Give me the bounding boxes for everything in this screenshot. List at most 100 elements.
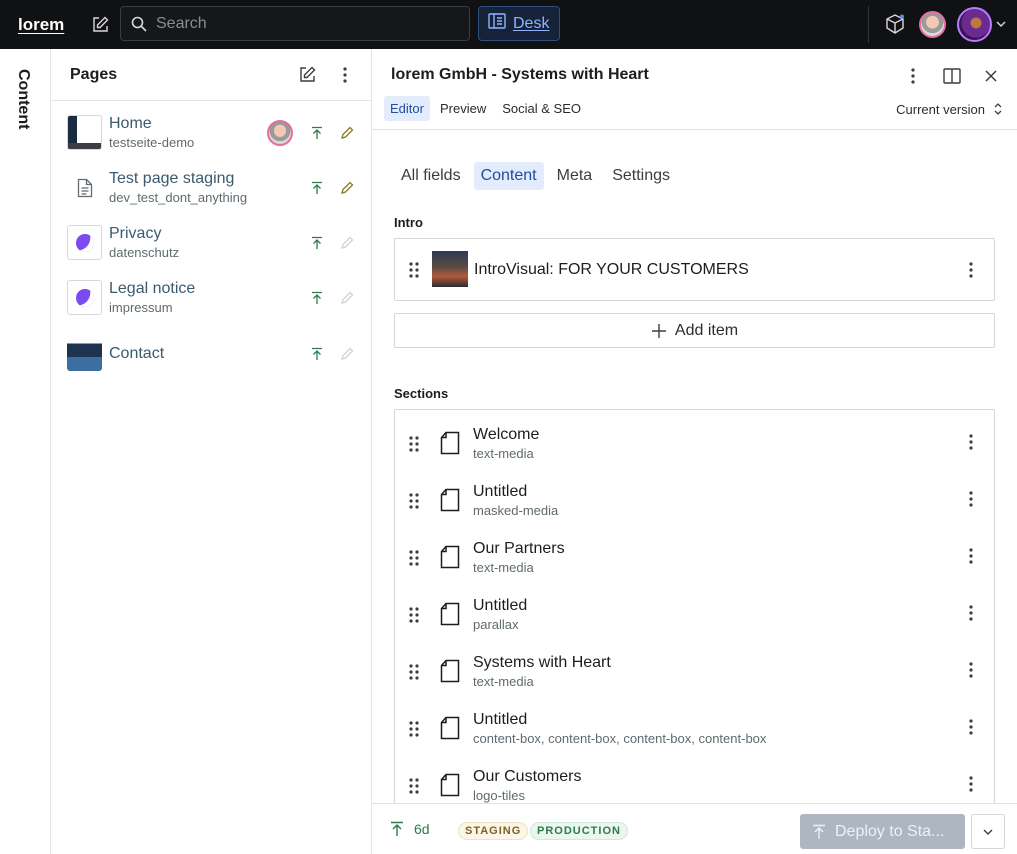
pages-title: Pages (70, 65, 118, 83)
desk-icon (488, 13, 506, 34)
tab-meta[interactable]: Meta (550, 162, 600, 190)
publish-arrow-icon[interactable] (307, 178, 327, 198)
deploy-menu-button[interactable] (971, 814, 1005, 849)
section-type: logo-tiles (473, 788, 526, 803)
section-title: Untitled (473, 597, 528, 614)
publish-arrow-icon[interactable] (307, 344, 327, 364)
section-item[interactable]: Untitled masked-media (395, 470, 994, 527)
editor-tabs: Editor Preview Social & SEO (384, 96, 587, 121)
publish-arrow-icon[interactable] (307, 233, 327, 253)
editor-avatar (267, 119, 293, 146)
page-title: Legal notice (109, 280, 196, 297)
package-icon[interactable] (881, 10, 909, 38)
publish-arrow-icon[interactable] (307, 288, 327, 308)
item-menu-icon[interactable] (961, 660, 981, 680)
edit-pencil-icon[interactable] (337, 344, 357, 364)
page-item-legal-notice[interactable]: Legal notice impressum (51, 270, 372, 325)
search-box[interactable] (120, 6, 470, 41)
item-menu-icon[interactable] (961, 717, 981, 737)
split-pane-icon[interactable] (940, 64, 964, 88)
staging-badge: STAGING (458, 822, 529, 840)
drag-handle-icon[interactable] (407, 261, 421, 279)
page-slug: impressum (109, 300, 173, 315)
published-arrow-icon (391, 821, 403, 836)
search-icon (130, 15, 148, 33)
deploy-label: Deploy to Sta... (835, 822, 945, 840)
edit-pencil-icon[interactable] (337, 178, 357, 198)
page-title: Privacy (109, 225, 162, 242)
tab-social-seo[interactable]: Social & SEO (496, 96, 587, 121)
document-icon (440, 773, 460, 797)
section-item[interactable]: Systems with Heart text-media (395, 641, 994, 698)
drag-handle-icon[interactable] (407, 720, 421, 738)
publish-status[interactable]: 6d (390, 821, 430, 837)
desk-label: Desk (513, 14, 550, 32)
pages-menu-icon[interactable] (331, 61, 359, 89)
section-item[interactable]: Untitled parallax (395, 584, 994, 641)
document-menu-icon[interactable] (901, 64, 925, 88)
publish-arrow-icon[interactable] (307, 123, 327, 143)
section-item[interactable]: Untitled content-box, content-box, conten… (395, 698, 994, 755)
tab-content[interactable]: Content (473, 162, 544, 190)
page-item-contact[interactable]: Contact (51, 326, 372, 381)
page-item-home[interactable]: Home testseite-demo (51, 105, 372, 160)
presence-avatar[interactable] (919, 11, 946, 38)
drag-handle-icon[interactable] (407, 606, 421, 624)
version-select[interactable]: Current version (896, 101, 1003, 117)
chevron-down-icon (983, 829, 993, 835)
document-icon (440, 545, 460, 569)
desk-button[interactable]: Desk (478, 6, 560, 41)
edit-pencil-icon[interactable] (337, 123, 357, 143)
add-item-label: Add item (674, 321, 739, 339)
user-avatar[interactable] (957, 7, 992, 42)
tab-preview[interactable]: Preview (434, 96, 492, 121)
chevron-down-icon[interactable] (994, 17, 1008, 31)
page-type-icon (67, 280, 102, 315)
edit-pencil-icon[interactable] (337, 288, 357, 308)
section-title: Untitled (473, 483, 528, 500)
document-icon (440, 716, 460, 740)
section-item[interactable]: Our Partners text-media (395, 527, 994, 584)
item-menu-icon[interactable] (961, 603, 981, 623)
section-type: parallax (473, 617, 519, 632)
edit-pencil-icon[interactable] (337, 233, 357, 253)
page-item-privacy[interactable]: Privacy datenschutz (51, 215, 372, 270)
item-menu-icon[interactable] (961, 774, 981, 794)
document-footer: 6d STAGING PRODUCTION Deploy to Sta... (372, 803, 1017, 854)
page-slug: datenschutz (109, 245, 180, 260)
document-editor: lorem GmbH - Systems with Heart Editor P… (372, 49, 1017, 854)
tab-settings[interactable]: Settings (605, 162, 677, 190)
intro-item[interactable]: IntroVisual: FOR YOUR CUSTOMERS (394, 238, 995, 301)
drag-handle-icon[interactable] (407, 435, 421, 453)
create-page-icon[interactable] (293, 61, 321, 89)
brand-logo[interactable]: lorem (18, 15, 64, 35)
drag-handle-icon[interactable] (407, 663, 421, 681)
page-title: Contact (109, 344, 165, 362)
page-title: Home (109, 115, 152, 132)
section-title: Systems with Heart (473, 654, 611, 671)
tab-editor[interactable]: Editor (384, 96, 430, 121)
search-input[interactable] (156, 14, 446, 33)
add-item-button[interactable]: Add item (394, 313, 995, 348)
document-icon (440, 659, 460, 683)
item-menu-icon[interactable] (961, 432, 981, 452)
item-menu-icon[interactable] (961, 260, 981, 280)
close-icon[interactable] (979, 64, 1003, 88)
plus-icon (651, 323, 666, 338)
compose-icon[interactable] (86, 11, 114, 39)
pages-pane: Pages Home testseite-demo Test page stag (51, 49, 372, 854)
content-tool-tab[interactable]: Content (14, 69, 32, 129)
drag-handle-icon[interactable] (407, 492, 421, 510)
topbar-divider (868, 6, 869, 43)
section-item[interactable]: Welcome text-media (395, 413, 994, 470)
item-menu-icon[interactable] (961, 546, 981, 566)
tab-all-fields[interactable]: All fields (394, 162, 468, 190)
item-menu-icon[interactable] (961, 489, 981, 509)
drag-handle-icon[interactable] (407, 777, 421, 795)
deploy-button[interactable]: Deploy to Sta... (800, 814, 965, 849)
page-item-test-staging[interactable]: Test page staging dev_test_dont_anything (51, 160, 372, 215)
version-label: Current version (896, 101, 985, 117)
document-title: lorem GmbH - Systems with Heart (391, 66, 649, 83)
document-icon (67, 170, 102, 205)
drag-handle-icon[interactable] (407, 549, 421, 567)
